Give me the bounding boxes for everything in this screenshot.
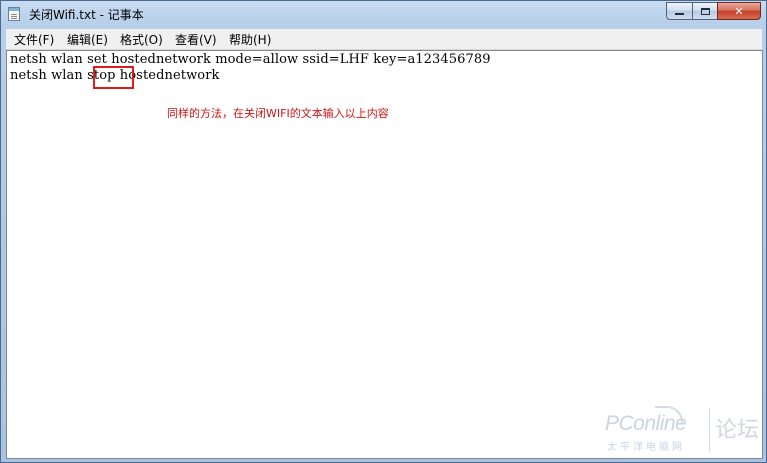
watermark-subtitle: 太平洋电脑网 bbox=[607, 442, 685, 453]
menu-format[interactable]: 格式(O) bbox=[120, 31, 163, 48]
notepad-window: 关闭Wifi.txt - 记事本 ✕ 文件(F) 编辑(E) 格式(O) 查看(… bbox=[0, 0, 767, 463]
close-button[interactable]: ✕ bbox=[717, 2, 761, 20]
highlight-box bbox=[93, 66, 134, 89]
maximize-icon bbox=[700, 7, 710, 15]
menu-view[interactable]: 查看(V) bbox=[175, 31, 217, 48]
caption-buttons: ✕ bbox=[666, 2, 761, 20]
text-line: netsh wlan set hostednetwork mode=allow … bbox=[10, 52, 491, 67]
title-bar[interactable]: 关闭Wifi.txt - 记事本 ✕ bbox=[1, 1, 766, 28]
menu-edit[interactable]: 编辑(E) bbox=[67, 31, 108, 48]
watermark-divider bbox=[709, 408, 710, 452]
watermark-forum: 论坛 bbox=[715, 418, 760, 443]
menu-bar: 文件(F) 编辑(E) 格式(O) 查看(V) 帮助(H) bbox=[6, 29, 762, 50]
notepad-icon[interactable] bbox=[8, 7, 20, 21]
close-icon: ✕ bbox=[734, 4, 744, 18]
minimize-button[interactable] bbox=[666, 2, 692, 20]
watermark: PConline 太平洋电脑网 论坛 bbox=[605, 406, 762, 456]
watermark-brand: PConline bbox=[605, 412, 687, 435]
menu-help[interactable]: 帮助(H) bbox=[229, 31, 271, 48]
text-editor[interactable]: netsh wlan set hostednetwork mode=allow … bbox=[6, 50, 763, 459]
minimize-icon bbox=[675, 13, 684, 15]
maximize-button[interactable] bbox=[692, 2, 717, 20]
annotation-text: 同样的方法，在关闭WIFI的文本输入以上内容 bbox=[167, 107, 389, 120]
window-title: 关闭Wifi.txt - 记事本 bbox=[29, 8, 144, 22]
menu-file[interactable]: 文件(F) bbox=[14, 31, 54, 48]
